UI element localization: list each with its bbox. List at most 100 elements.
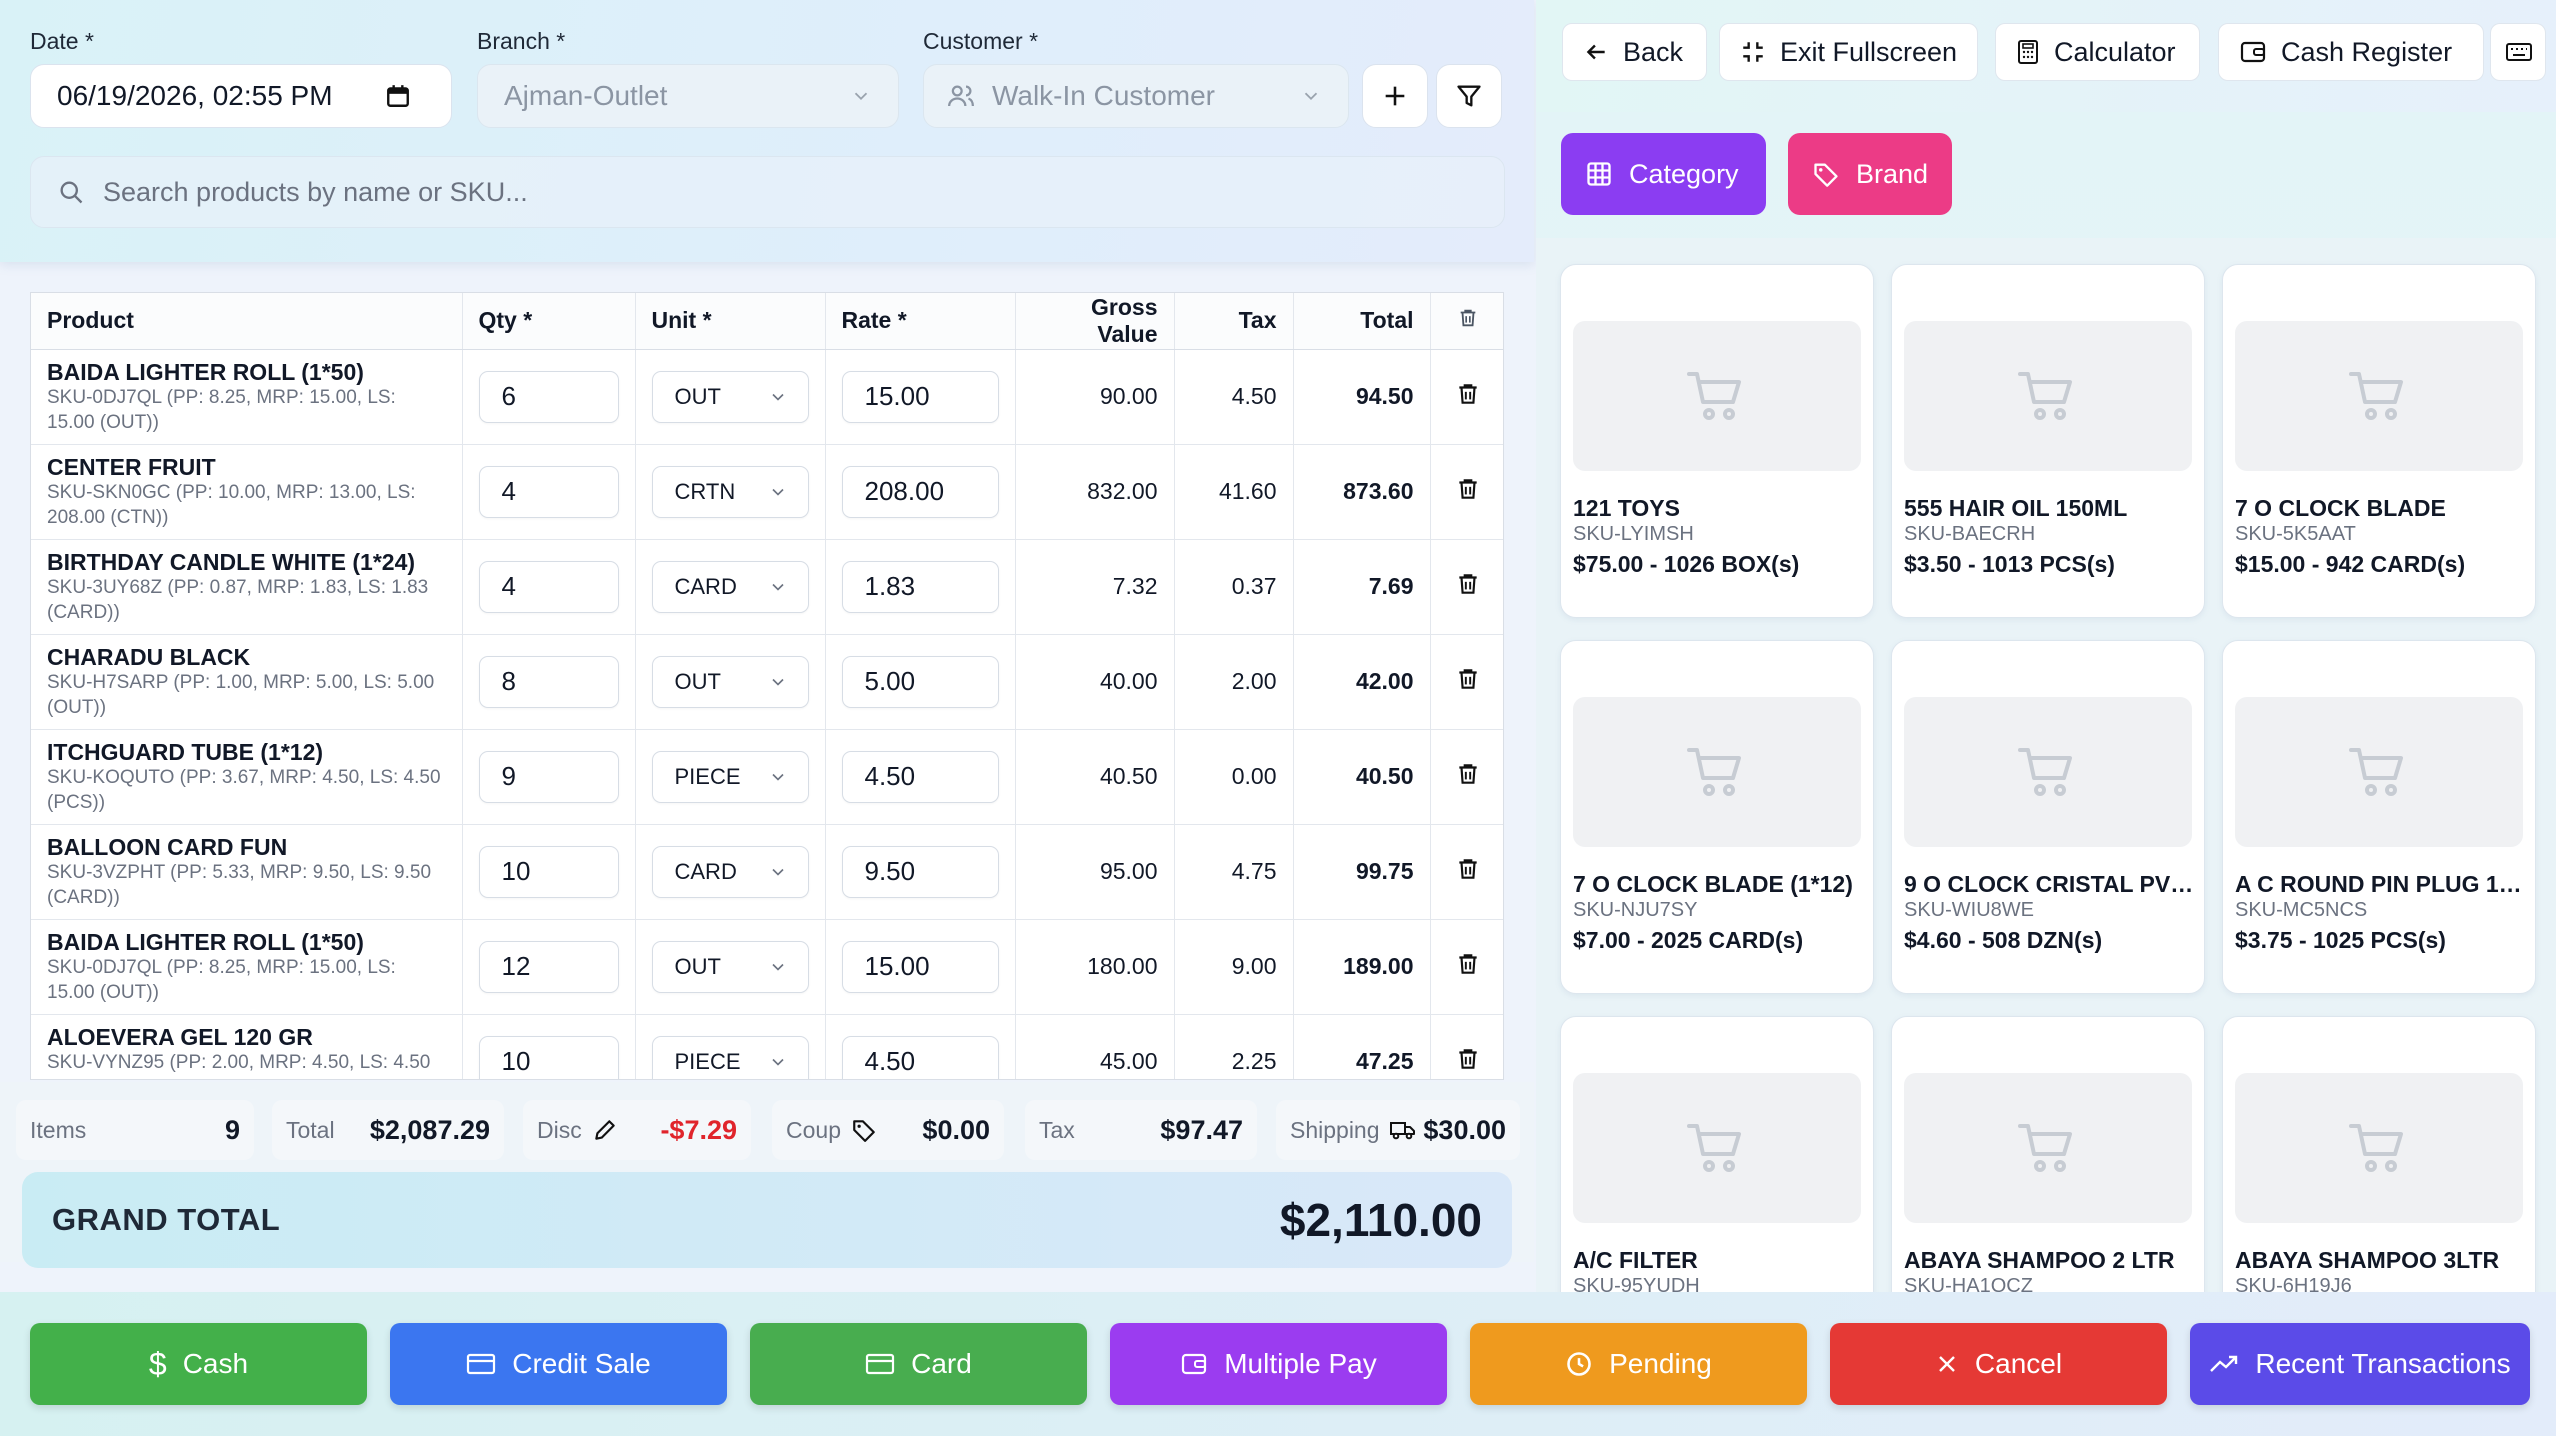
- shipping[interactable]: Shipping $30.00: [1276, 1100, 1520, 1160]
- customer-select[interactable]: Walk-In Customer: [923, 64, 1349, 128]
- back-button[interactable]: Back: [1562, 23, 1707, 81]
- rate-input[interactable]: 15.00: [841, 370, 999, 423]
- unit-select[interactable]: OUT: [651, 370, 809, 423]
- cart-icon: [2016, 1119, 2080, 1177]
- chevron-down-icon: [768, 767, 788, 787]
- add-customer-button[interactable]: [1362, 64, 1428, 128]
- recent-transactions-button[interactable]: Recent Transactions: [2190, 1323, 2530, 1405]
- branch-select[interactable]: Ajman-Outlet: [477, 64, 899, 128]
- exit-fullscreen-button[interactable]: Exit Fullscreen: [1719, 23, 1978, 81]
- product-card[interactable]: 555 HAIR OIL 150ML SKU-BAECRH $3.50 - 10…: [1891, 264, 2205, 618]
- qty-input[interactable]: 4: [478, 560, 619, 613]
- chevron-down-icon: [768, 862, 788, 882]
- product-card[interactable]: 7 O CLOCK BLADE (1*12) SKU-NJU7SY $7.00 …: [1560, 640, 1874, 994]
- delete-row-button[interactable]: [1430, 824, 1503, 920]
- discount[interactable]: Disc -$7.29: [523, 1100, 751, 1160]
- product-card-price: $3.50 - 1013 PCS(s): [1904, 551, 2115, 577]
- cart-icon: [2347, 1119, 2411, 1177]
- product-meta: SKU-3VZPHT (PP: 5.33, MRP: 9.50, LS: 9.5…: [47, 861, 432, 908]
- keyboard-button[interactable]: [2490, 23, 2546, 81]
- product-card[interactable]: 9 O CLOCK CRISTAL PVC... SKU-WIU8WE $4.6…: [1891, 640, 2205, 994]
- product-name: ITCHGUARD TUBE (1*12): [47, 738, 324, 765]
- delete-row-button[interactable]: [1430, 634, 1503, 730]
- chevron-down-icon: [768, 387, 788, 407]
- calendar-icon[interactable]: [385, 83, 411, 109]
- delete-row-button[interactable]: [1430, 349, 1503, 445]
- qty-input[interactable]: 9: [478, 750, 619, 803]
- rate-input[interactable]: 1.83: [841, 560, 999, 613]
- unit-select[interactable]: CARD: [651, 560, 809, 613]
- rate-input[interactable]: 9.50: [841, 845, 999, 898]
- product-card[interactable]: A C ROUND PIN PLUG 15A SKU-MC5NCS $3.75 …: [2222, 640, 2536, 994]
- line-total: 99.75: [1293, 824, 1431, 920]
- rate-input[interactable]: 4.50: [841, 750, 999, 803]
- cancel-button[interactable]: Cancel: [1830, 1323, 2167, 1405]
- product-card[interactable]: 121 TOYS SKU-LYIMSH $75.00 - 1026 BOX(s): [1560, 264, 1874, 618]
- qty-input[interactable]: 6: [478, 370, 619, 423]
- coupon[interactable]: Coup $0.00: [772, 1100, 1004, 1160]
- customer-label: Customer *: [923, 28, 1039, 54]
- qty-input[interactable]: 10: [478, 1035, 619, 1079]
- tag-icon[interactable]: [851, 1117, 877, 1143]
- cash-register-button[interactable]: Cash Register: [2218, 23, 2484, 81]
- items-count: Items 9: [16, 1100, 254, 1160]
- clear-all-button[interactable]: [1430, 293, 1503, 350]
- table-row: ALOEVERA GEL 120 GR SKU-VYNZ95 (PP: 2.00…: [31, 1014, 1503, 1079]
- product-meta: SKU-0DJ7QL (PP: 8.25, MRP: 15.00, LS: 15…: [47, 386, 396, 433]
- delete-row-button[interactable]: [1430, 444, 1503, 540]
- brand-filter-button[interactable]: Brand: [1788, 133, 1952, 215]
- date-time-input[interactable]: 06/19/2026, 02:55 PM: [30, 64, 452, 128]
- delete-row-button[interactable]: [1430, 919, 1503, 1015]
- pending-button[interactable]: Pending: [1470, 1323, 1807, 1405]
- unit-select[interactable]: PIECE: [651, 750, 809, 803]
- product-card-sku: SKU-LYIMSH: [1573, 523, 1694, 545]
- delete-row-button[interactable]: [1430, 729, 1503, 825]
- qty-cell: 6: [462, 349, 636, 445]
- product-search-input[interactable]: Search products by name or SKU...: [30, 156, 1505, 228]
- grand-total-value: $2,110.00: [1279, 1194, 1482, 1246]
- product-cell: ALOEVERA GEL 120 GR SKU-VYNZ95 (PP: 2.00…: [31, 1014, 463, 1079]
- delete-row-button[interactable]: [1430, 539, 1503, 635]
- rate-input[interactable]: 208.00: [841, 465, 999, 518]
- qty-input[interactable]: 8: [478, 655, 619, 708]
- unit-value: PIECE: [674, 1048, 741, 1074]
- product-name: CHARADU BLACK: [47, 643, 251, 670]
- rate-cell: 15.00: [825, 349, 1016, 445]
- cart-icon: [1685, 1119, 1749, 1177]
- calculator-button[interactable]: Calculator: [1995, 23, 2200, 81]
- cart-icon: [1685, 743, 1749, 801]
- delete-row-button[interactable]: [1430, 1014, 1503, 1079]
- card-button[interactable]: Card: [750, 1323, 1087, 1405]
- tax-value: 41.60: [1174, 444, 1294, 540]
- product-card[interactable]: 7 O CLOCK BLADE SKU-5K5AAT $15.00 - 942 …: [2222, 264, 2536, 618]
- unit-value: CRTN: [674, 478, 736, 504]
- product-image-placeholder: [1573, 1073, 1861, 1223]
- rate-input[interactable]: 15.00: [841, 940, 999, 993]
- wallet-icon: [1180, 1351, 1208, 1377]
- product-card-sku: SKU-5K5AAT: [2235, 523, 2356, 545]
- unit-select[interactable]: OUT: [651, 940, 809, 993]
- pencil-icon[interactable]: [592, 1117, 618, 1143]
- filter-button[interactable]: [1436, 64, 1502, 128]
- tag-icon: [1812, 160, 1840, 188]
- multiple-pay-button[interactable]: Multiple Pay: [1110, 1323, 1447, 1405]
- qty-input[interactable]: 12: [478, 940, 619, 993]
- unit-select[interactable]: PIECE: [651, 1035, 809, 1079]
- unit-select[interactable]: CRTN: [651, 465, 809, 518]
- credit-sale-button[interactable]: Credit Sale: [390, 1323, 727, 1405]
- category-filter-button[interactable]: Category: [1561, 133, 1766, 215]
- unit-select[interactable]: OUT: [651, 655, 809, 708]
- rate-cell: 4.50: [825, 1014, 1016, 1079]
- cash-button[interactable]: $ Cash: [30, 1323, 367, 1405]
- rate-input[interactable]: 4.50: [841, 1035, 999, 1079]
- grand-total-label: GRAND TOTAL: [52, 1202, 281, 1237]
- unit-select[interactable]: CARD: [651, 845, 809, 898]
- product-image-placeholder: [1904, 697, 2192, 847]
- qty-input[interactable]: 4: [478, 465, 619, 518]
- qty-cell: 12: [462, 919, 636, 1015]
- qty-input[interactable]: 10: [478, 845, 619, 898]
- gross-value: 95.00: [1015, 824, 1175, 920]
- rate-input[interactable]: 5.00: [841, 655, 999, 708]
- product-cell: BAIDA LIGHTER ROLL (1*50) SKU-0DJ7QL (PP…: [31, 919, 463, 1015]
- truck-icon[interactable]: [1389, 1118, 1417, 1142]
